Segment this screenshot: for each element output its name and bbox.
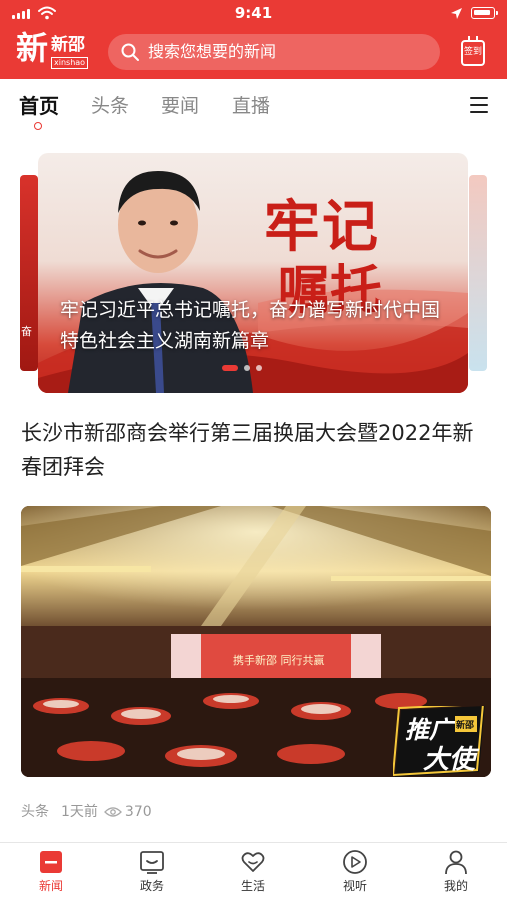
nav-news-label: 新闻 [38, 879, 63, 893]
tab-live[interactable]: 直播 [232, 93, 270, 119]
carousel-next-card[interactable] [469, 175, 487, 371]
tab-important-news[interactable]: 要闻 [161, 93, 199, 119]
location-arrow-icon [451, 8, 462, 19]
signin-calendar-button[interactable]: 签到 [461, 36, 485, 66]
nav-media[interactable]: 视听 [325, 849, 385, 895]
menu-icon[interactable] [470, 97, 488, 113]
tab-home[interactable]: 首页 [19, 93, 59, 119]
play-icon [343, 850, 367, 874]
carousel-dot-active [222, 365, 238, 371]
stage-banner-text: 携手新邵 同行共赢 [233, 653, 325, 667]
app-logo[interactable]: 新 新邵 xinshao [16, 29, 96, 71]
banner-illustration [38, 171, 468, 393]
heart-icon [241, 852, 265, 872]
search-placeholder: 搜索您想要的新闻 [148, 42, 277, 61]
carousel-pagination [222, 365, 262, 371]
carousel-dot [256, 365, 262, 371]
banner-slogan-line1: 牢记 [264, 194, 380, 260]
profile-icon [445, 850, 467, 875]
nav-media-label: 视听 [342, 879, 367, 893]
status-bar: 9:41 [0, 0, 507, 28]
nav-life-label: 生活 [240, 879, 265, 893]
nav-life[interactable]: 生活 [223, 849, 283, 895]
nav-government-label: 政务 [139, 879, 164, 893]
carousel-prev-card[interactable]: 奋 [20, 175, 38, 371]
article-time: 1天前 [61, 804, 98, 820]
search-icon [121, 43, 139, 61]
article-photo[interactable]: 携手新邵 同行共赢 推广 大使 新邵 [21, 506, 491, 777]
badge-line2: 大使 [423, 745, 480, 775]
portrait-figure [68, 171, 253, 393]
carousel-banner[interactable]: 牢记 嘱托 牢记习近平总书记嘱托，奋力谱写新时代中国特色社会主义湖南新篇章 [38, 153, 468, 393]
article-headline[interactable]: 长沙市新邵商会举行第三届换届大会暨2022年新春团拜会 [21, 416, 491, 484]
government-icon [140, 851, 164, 874]
logo-pinyin: xinshao [51, 57, 89, 69]
badge-line1: 推广 [405, 716, 457, 744]
promo-ambassador-badge: 推广 大使 新邵 [393, 706, 485, 777]
banner-caption: 牢记习近平总书记嘱托，奋力谱写新时代中国特色社会主义湖南新篇章 [60, 299, 441, 352]
article-meta: 头条 1天前 370 [21, 802, 152, 822]
nav-government[interactable]: 政务 [122, 849, 182, 895]
views-eye-icon [104, 807, 122, 817]
carousel-dot [244, 365, 250, 371]
logo-mark: 新 [16, 29, 49, 67]
badge-small: 新邵 [456, 719, 474, 731]
nav-news[interactable]: 新闻 [21, 849, 81, 895]
search-bar[interactable]: 搜索您想要的新闻 [108, 34, 440, 70]
news-icon [40, 851, 62, 873]
battery-icon [471, 7, 498, 19]
active-tab-indicator [34, 122, 42, 130]
article-views: 370 [124, 804, 152, 820]
status-time: 9:41 [234, 4, 273, 22]
nav-profile-label: 我的 [443, 879, 468, 893]
signin-label: 签到 [463, 47, 482, 57]
prev-card-text: 奋 [21, 325, 32, 338]
logo-name: 新邵 [51, 35, 85, 55]
tab-headlines[interactable]: 头条 [91, 93, 129, 119]
article-source: 头条 [21, 804, 49, 820]
nav-profile[interactable]: 我的 [426, 849, 486, 895]
